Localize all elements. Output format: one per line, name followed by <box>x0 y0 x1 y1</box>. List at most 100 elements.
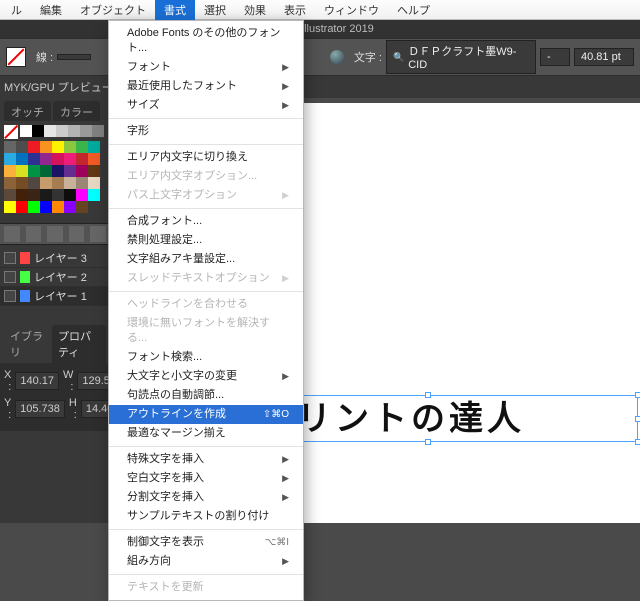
menu-item[interactable]: 制御文字を表示⌥⌘I <box>109 533 303 552</box>
resize-handle[interactable] <box>425 392 431 398</box>
panel-icon-bar[interactable] <box>0 223 110 245</box>
swatch[interactable] <box>52 153 64 165</box>
resize-handle[interactable] <box>635 416 640 422</box>
menu-効果[interactable]: 効果 <box>235 0 275 21</box>
swatch[interactable] <box>40 153 52 165</box>
swatch[interactable] <box>4 189 16 201</box>
menu-item[interactable]: 字形 <box>109 122 303 141</box>
menu-item[interactable]: 組み方向▶ <box>109 552 303 571</box>
swatch[interactable] <box>52 141 64 153</box>
swatch[interactable] <box>28 189 40 201</box>
font-family-field[interactable]: 🔍ＤＦＰクラフト墨W9-CID <box>386 40 536 74</box>
menu-item[interactable]: サイズ▶ <box>109 96 303 115</box>
swatch[interactable] <box>64 201 76 213</box>
swatch[interactable] <box>52 189 64 201</box>
gradient-icon[interactable] <box>69 226 85 242</box>
swatch[interactable] <box>4 201 16 213</box>
menu-item[interactable]: アウトラインを作成⇧⌘O <box>109 405 303 424</box>
swatch[interactable] <box>44 125 56 137</box>
swatch[interactable] <box>40 189 52 201</box>
swatch[interactable] <box>40 177 52 189</box>
swatch[interactable] <box>28 177 40 189</box>
swatch[interactable] <box>88 177 100 189</box>
menu-item[interactable]: 合成フォント... <box>109 212 303 231</box>
x-field[interactable]: 140.17 <box>15 372 59 390</box>
swatch[interactable] <box>16 201 28 213</box>
globe-icon[interactable] <box>330 50 344 64</box>
swatch[interactable] <box>28 153 40 165</box>
swatch[interactable] <box>88 165 100 177</box>
y-field[interactable]: 105.738 <box>15 400 65 418</box>
swatch[interactable] <box>92 125 104 137</box>
swatch[interactable] <box>4 153 16 165</box>
no-fill-swatch[interactable] <box>6 47 26 67</box>
swatch[interactable] <box>4 177 16 189</box>
resize-handle[interactable] <box>635 439 640 445</box>
swatch[interactable] <box>28 165 40 177</box>
menu-item[interactable]: サンプルテキストの割り付け <box>109 507 303 526</box>
menu-item[interactable]: 文字組みアキ量設定... <box>109 250 303 269</box>
swatch[interactable] <box>64 165 76 177</box>
swatch[interactable] <box>88 153 100 165</box>
font-style-field[interactable]: - <box>540 48 570 66</box>
menu-item[interactable]: 最適なマージン揃え <box>109 424 303 443</box>
stroke-weight-field[interactable] <box>57 54 91 60</box>
swatch[interactable] <box>76 153 88 165</box>
swatch[interactable] <box>40 201 52 213</box>
swatch[interactable] <box>76 189 88 201</box>
swatch[interactable] <box>88 189 100 201</box>
visibility-toggle[interactable] <box>4 271 16 283</box>
swatch[interactable] <box>16 189 28 201</box>
menubar[interactable]: ル編集オブジェクト書式選択効果表示ウィンドウヘルプ <box>0 0 640 20</box>
swatch[interactable] <box>16 153 28 165</box>
menu-編集[interactable]: 編集 <box>31 0 71 21</box>
menu-ヘルプ[interactable]: ヘルプ <box>388 0 439 21</box>
swatch[interactable] <box>16 165 28 177</box>
swatch[interactable] <box>52 165 64 177</box>
brush-icon[interactable] <box>4 226 20 242</box>
swatch[interactable] <box>28 141 40 153</box>
menu-ル[interactable]: ル <box>2 0 31 21</box>
menu-item[interactable]: 最近使用したフォント▶ <box>109 77 303 96</box>
properties-tabs[interactable]: イブラリ プロパティ <box>0 340 110 363</box>
visibility-toggle[interactable] <box>4 290 16 302</box>
swatches-grid[interactable] <box>0 121 110 217</box>
menu-item[interactable]: 句読点の自動調節... <box>109 386 303 405</box>
swatch[interactable] <box>64 153 76 165</box>
swatch[interactable] <box>76 177 88 189</box>
swatch[interactable] <box>88 141 100 153</box>
stroke-icon[interactable] <box>47 226 63 242</box>
menu-item[interactable]: 禁則処理設定... <box>109 231 303 250</box>
swatch[interactable] <box>28 201 40 213</box>
menu-表示[interactable]: 表示 <box>275 0 315 21</box>
swatch[interactable] <box>68 125 80 137</box>
swatch[interactable] <box>64 189 76 201</box>
swatch[interactable] <box>4 141 16 153</box>
layer-row[interactable]: レイヤー 3 <box>0 249 110 268</box>
document-tab-strip[interactable]: MYK/GPU プレビュー) <box>0 76 640 98</box>
swatch[interactable] <box>64 177 76 189</box>
swatch[interactable] <box>40 165 52 177</box>
swatch[interactable] <box>76 201 88 213</box>
swatch-panel-tabs[interactable]: オッチ カラー <box>0 98 110 121</box>
menu-書式[interactable]: 書式 <box>155 0 195 21</box>
menu-オブジェクト[interactable]: オブジェクト <box>71 0 155 21</box>
swatch[interactable] <box>16 177 28 189</box>
swatch[interactable] <box>76 165 88 177</box>
swatch[interactable] <box>52 177 64 189</box>
menu-選択[interactable]: 選択 <box>195 0 235 21</box>
menu-item[interactable]: 空白文字を挿入▶ <box>109 469 303 488</box>
swatch[interactable] <box>76 141 88 153</box>
resize-handle[interactable] <box>635 392 640 398</box>
swatch[interactable] <box>64 141 76 153</box>
swatch[interactable] <box>40 141 52 153</box>
layers-panel[interactable]: レイヤー 3レイヤー 2レイヤー 1 <box>0 245 110 310</box>
layer-row[interactable]: レイヤー 2 <box>0 268 110 287</box>
menu-item[interactable]: Adobe Fonts のその他のフォント... <box>109 24 303 58</box>
none-swatch[interactable] <box>4 125 18 139</box>
menu-item[interactable]: 大文字と小文字の変更▶ <box>109 367 303 386</box>
type-menu-dropdown[interactable]: Adobe Fonts のその他のフォント...フォント▶最近使用したフォント▶… <box>108 20 304 601</box>
resize-handle[interactable] <box>425 439 431 445</box>
symbol-icon[interactable] <box>26 226 42 242</box>
layer-row[interactable]: レイヤー 1 <box>0 287 110 306</box>
